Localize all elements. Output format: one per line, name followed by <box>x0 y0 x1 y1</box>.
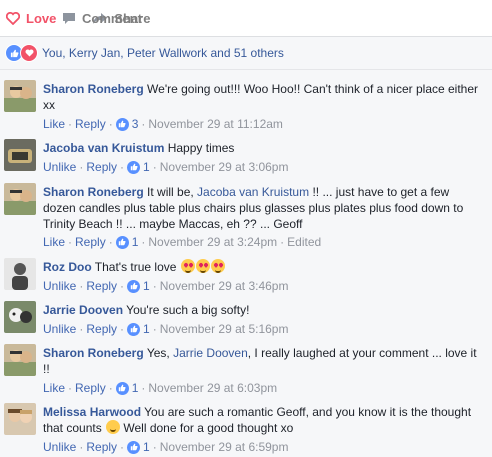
unlike-link[interactable]: Unlike <box>43 440 76 454</box>
comment-meta: Like · Reply · 1 · November 29 at 6:03pm <box>43 381 278 395</box>
comment-label: Comment <box>82 10 142 26</box>
comment-like-count[interactable]: 1 <box>127 279 150 293</box>
love-button[interactable]: Love <box>6 11 56 26</box>
like-thumb-icon <box>127 160 141 174</box>
reply-link[interactable]: Reply <box>86 160 117 174</box>
comment-icon <box>62 12 76 25</box>
comment-author[interactable]: Sharon Roneberg <box>43 346 144 360</box>
mention-link[interactable]: Jacoba van Kruistum <box>197 185 309 199</box>
unlike-link[interactable]: Unlike <box>43 160 76 174</box>
comment-body: Sharon Roneberg It will be, Jacoba van K… <box>43 184 484 232</box>
like-thumb-icon <box>127 440 141 454</box>
reply-link[interactable]: Reply <box>75 117 106 131</box>
love-label: Love <box>26 10 57 26</box>
comment-author[interactable]: Sharon Roneberg <box>43 185 144 199</box>
like-thumb-icon <box>127 279 141 293</box>
avatar[interactable] <box>4 403 36 435</box>
like-count-value: 1 <box>131 381 139 395</box>
comment-timestamp[interactable]: November 29 at 11:12am <box>148 117 283 131</box>
comment-text-end: Well done for a good thought xo <box>120 421 294 435</box>
like-count-value: 1 <box>143 160 150 174</box>
comment-timestamp[interactable]: November 29 at 3:46pm <box>160 279 289 293</box>
comment-author[interactable]: Sharon Roneberg <box>43 82 144 96</box>
comment-text: Happy times <box>167 141 235 155</box>
comment-timestamp[interactable]: November 29 at 3:06pm <box>160 160 289 174</box>
comment-like-count[interactable]: 1 <box>115 235 139 249</box>
like-link[interactable]: Like <box>43 381 65 395</box>
comment-timestamp[interactable]: November 29 at 6:03pm <box>148 381 277 395</box>
comment-meta: Unlike · Reply · 1 · November 29 at 6:59… <box>43 440 289 454</box>
like-count-value: 1 <box>143 279 150 293</box>
smile-emoji-icon <box>106 420 121 434</box>
reply-link[interactable]: Reply <box>86 322 117 336</box>
like-link[interactable]: Like <box>43 117 65 131</box>
comment-like-count[interactable]: 1 <box>127 322 150 336</box>
like-thumb-icon <box>127 322 141 336</box>
heart-icon <box>6 11 20 25</box>
likes-summary-link[interactable]: You, Kerry Jan, Peter Wallwork and 51 ot… <box>42 46 284 60</box>
like-link[interactable]: Like <box>43 235 65 249</box>
heart-eyes-emoji-icon <box>195 259 210 273</box>
comment-author[interactable]: Roz Doo <box>43 260 92 274</box>
edited-label[interactable]: Edited <box>287 235 321 249</box>
heart-eyes-emoji-icon <box>210 259 225 273</box>
avatar[interactable] <box>4 344 36 376</box>
love-reaction-icon <box>20 44 38 62</box>
comment-meta: Like · Reply · 1 · November 29 at 3:24pm… <box>43 235 322 249</box>
post-action-bar: Love Comment Share <box>0 0 492 37</box>
reply-link[interactable]: Reply <box>75 235 106 249</box>
comment-body: Sharon Roneberg Yes, Jarrie Dooven, I re… <box>43 345 484 377</box>
like-count-value: 1 <box>143 440 150 454</box>
comment-body: Jarrie Dooven You're such a big softy! <box>43 302 484 318</box>
like-thumb-icon <box>115 381 129 395</box>
comment-like-count[interactable]: 3 <box>115 117 139 131</box>
avatar[interactable] <box>4 80 36 112</box>
like-count-value: 3 <box>131 117 139 131</box>
comment-like-count[interactable]: 1 <box>127 440 150 454</box>
unlike-link[interactable]: Unlike <box>43 279 76 293</box>
comment-text: You're such a big softy! <box>126 303 250 317</box>
comment-body: Sharon Roneberg We're going out!!! Woo H… <box>43 81 484 113</box>
comment-meta: Unlike · Reply · 1 · November 29 at 3:06… <box>43 160 289 174</box>
comment-author[interactable]: Jarrie Dooven <box>43 303 123 317</box>
comment-meta: Unlike · Reply · 1 · November 29 at 5:16… <box>43 322 289 336</box>
like-thumb-icon <box>115 235 129 249</box>
comment-meta: Unlike · Reply · 1 · November 29 at 3:46… <box>43 279 289 293</box>
comment-timestamp[interactable]: November 29 at 5:16pm <box>160 322 289 336</box>
comment-like-count[interactable]: 1 <box>115 381 139 395</box>
avatar[interactable] <box>4 183 36 215</box>
like-count-value: 1 <box>143 322 150 336</box>
comment-text-start: Yes, <box>146 346 174 360</box>
reply-link[interactable]: Reply <box>86 279 117 293</box>
comment-author[interactable]: Melissa Harwood <box>43 405 141 419</box>
comment-like-count[interactable]: 1 <box>127 160 150 174</box>
comment-body: Melissa Harwood You are such a romantic … <box>43 404 484 436</box>
avatar[interactable] <box>4 301 36 333</box>
comment-body: Roz Doo That's true love <box>43 259 484 275</box>
reply-link[interactable]: Reply <box>86 440 117 454</box>
avatar[interactable] <box>4 139 36 171</box>
like-count-value: 1 <box>131 235 139 249</box>
comment-text-start: It will be, <box>147 185 198 199</box>
comment-text: That's true love <box>94 260 177 274</box>
comment-author[interactable]: Jacoba van Kruistum <box>43 141 164 155</box>
comment-timestamp[interactable]: November 29 at 3:24pm <box>148 235 277 249</box>
reply-link[interactable]: Reply <box>75 381 106 395</box>
like-thumb-icon <box>115 117 129 131</box>
reaction-icons[interactable] <box>5 44 38 62</box>
mention-link[interactable]: Jarrie Dooven <box>173 346 248 360</box>
comment-body: Jacoba van Kruistum Happy times <box>43 140 484 156</box>
comment-button[interactable]: Comment <box>62 11 492 26</box>
comment-meta: Like · Reply · 3 · November 29 at 11:12a… <box>43 117 283 131</box>
comment-timestamp[interactable]: November 29 at 6:59pm <box>160 440 289 454</box>
reactions-summary: You, Kerry Jan, Peter Wallwork and 51 ot… <box>0 37 492 70</box>
avatar[interactable] <box>4 258 36 290</box>
heart-eyes-emoji-icon <box>180 259 195 273</box>
unlike-link[interactable]: Unlike <box>43 322 76 336</box>
